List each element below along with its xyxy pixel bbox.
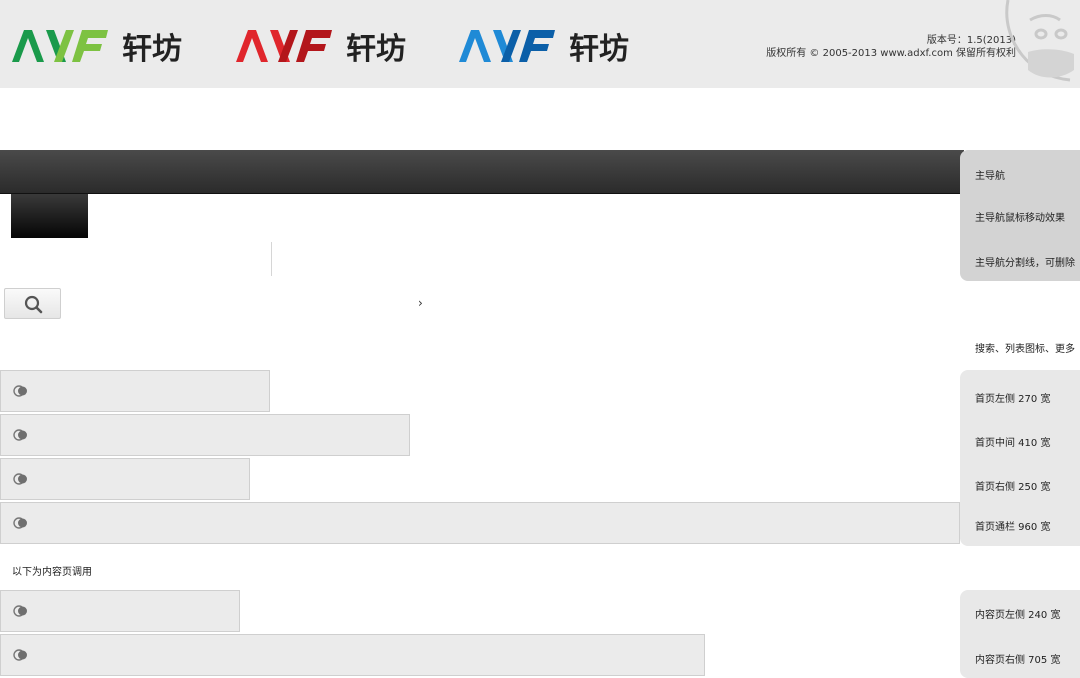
label-home-left: 首页左侧 270 宽 xyxy=(975,394,1051,405)
logo-cn-text: 轩坊 xyxy=(122,32,182,66)
label-content-left: 内容页左侧 240 宽 xyxy=(975,610,1061,621)
mascot-face-watermark xyxy=(1000,0,1080,88)
logo-blue: 轩坊 xyxy=(457,26,632,66)
toggle-bullet-icon xyxy=(13,517,29,532)
more-arrow-icon[interactable]: › xyxy=(418,296,423,310)
label-home-middle: 首页中间 410 宽 xyxy=(975,438,1051,449)
label-search-icons-more: 搜索、列表图标、更多 xyxy=(975,344,1075,355)
content-page-note: 以下为内容页调用 xyxy=(12,567,92,578)
logo-green: 轩坊 xyxy=(10,26,185,66)
toggle-bullet-icon xyxy=(13,605,29,620)
toggle-bullet-icon xyxy=(13,385,29,400)
home-left-title-bar xyxy=(0,370,270,412)
search-icon xyxy=(24,295,43,314)
toggle-bullet-icon xyxy=(13,429,29,444)
label-content-right: 内容页右侧 705 宽 xyxy=(975,655,1061,666)
main-nav-bar xyxy=(0,150,964,194)
logo-red: 轩坊 xyxy=(234,26,409,66)
version-info: 版本号：1.5(2013) 版权所有 © 2005-2013 www.adxf.… xyxy=(766,34,1016,60)
toggle-bullet-icon xyxy=(13,649,29,664)
main-nav-hover-effect[interactable] xyxy=(11,194,88,238)
label-home-right: 首页右侧 250 宽 xyxy=(975,482,1051,493)
home-full-title-bar xyxy=(0,502,960,544)
home-right-title-bar xyxy=(0,458,250,500)
svg-text:轩坊: 轩坊 xyxy=(346,32,406,66)
label-main-nav-hover: 主导航鼠标移动效果 xyxy=(975,213,1065,224)
version-number: 版本号：1.5(2013) xyxy=(926,35,1016,46)
svg-text:轩坊: 轩坊 xyxy=(569,32,629,66)
content-left-title-bar xyxy=(0,590,240,632)
home-middle-title-bar xyxy=(0,414,410,456)
label-home-full: 首页通栏 960 宽 xyxy=(975,522,1051,533)
main-nav-divider xyxy=(271,242,272,276)
content-right-title-bar xyxy=(0,634,705,676)
label-main-nav-divider: 主导航分割线，可删除 xyxy=(975,258,1075,269)
search-button[interactable] xyxy=(4,288,61,319)
toggle-bullet-icon xyxy=(13,473,29,488)
label-main-nav: 主导航 xyxy=(975,171,1005,182)
copyright-text: 版权所有 © 2005-2013 www.adxf.com 保留所有权利 xyxy=(766,48,1016,59)
